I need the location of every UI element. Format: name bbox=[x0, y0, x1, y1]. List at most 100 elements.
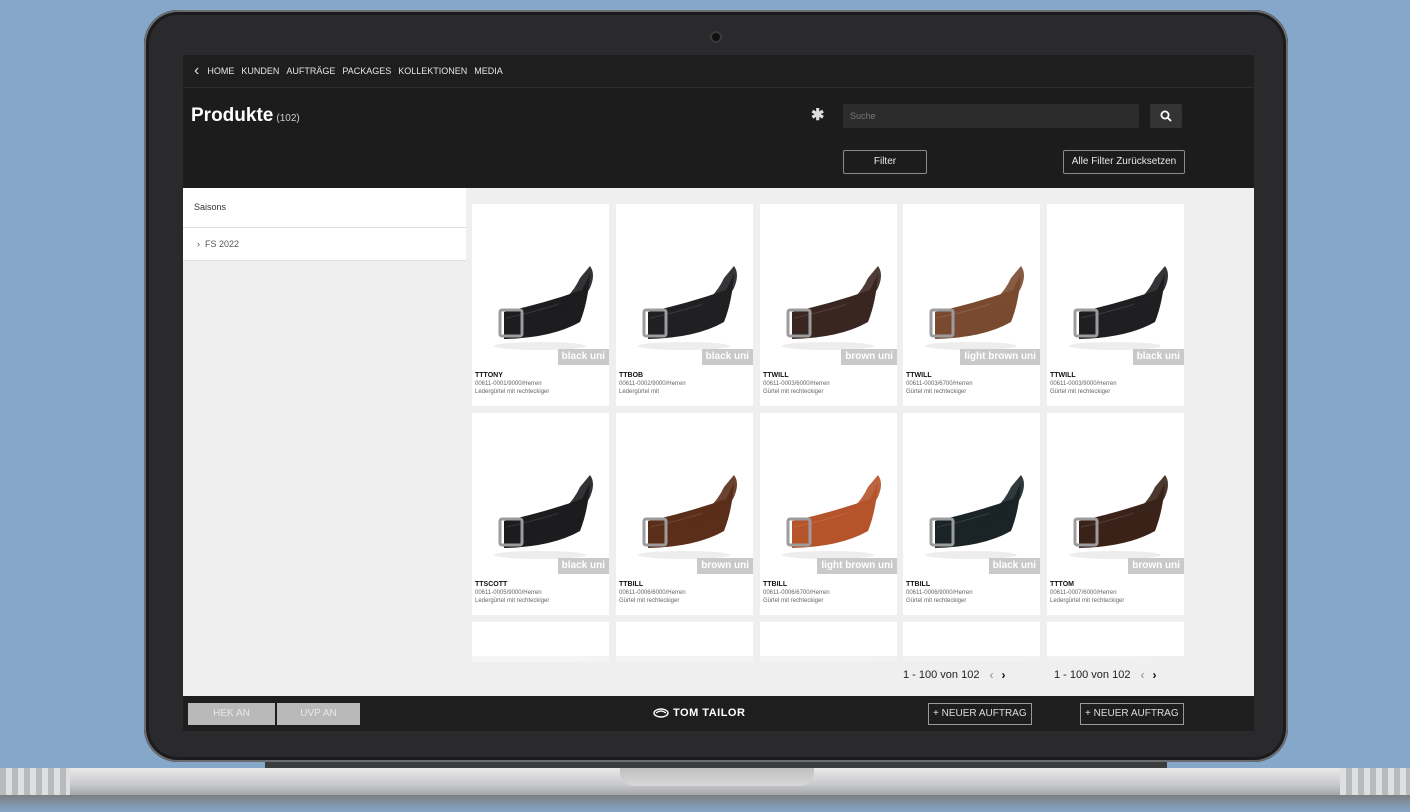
footer-bar: HEK AN UVP AN TOM TAILOR + NEUER AUFTRAG… bbox=[183, 696, 1254, 731]
pagination-label: 1 - 100 von 102 bbox=[903, 669, 980, 681]
brand-logo: TOM TAILOR bbox=[653, 707, 745, 719]
product-code: 00611-0002/9000/Herren bbox=[619, 381, 686, 387]
laptop-shadow bbox=[0, 795, 1410, 812]
product-code: 00611-0001/9000/Herren bbox=[475, 381, 542, 387]
page-title-row: Produkte (102) bbox=[191, 105, 300, 127]
new-order-button[interactable]: + NEUER AUFTRAG bbox=[1080, 703, 1184, 725]
nav-item-auftraege[interactable]: AUFTRÄGE bbox=[286, 66, 335, 76]
color-badge: black uni bbox=[557, 349, 609, 365]
product-name: TTBOB bbox=[619, 372, 644, 379]
top-navigation: ‹ HOME KUNDEN AUFTRÄGE PACKAGES KOLLEKTI… bbox=[183, 55, 1254, 88]
product-code: 00611-0005/9000/Herren bbox=[475, 590, 542, 596]
belt-product-image bbox=[782, 475, 881, 559]
product-count: (102) bbox=[276, 113, 300, 124]
product-card[interactable]: black uni TTBOB 00611-0002/9000/Herren Lede… bbox=[616, 204, 753, 406]
app-screen: ‹ HOME KUNDEN AUFTRÄGE PACKAGES KOLLEKTI… bbox=[183, 55, 1254, 731]
pagination-2: 1 - 100 von 102 ‹ › bbox=[1054, 668, 1156, 682]
product-card[interactable]: black uni TTBILL 00611-0006/9000/Herren Gür… bbox=[903, 413, 1040, 615]
laptop-base-grille-left bbox=[0, 768, 70, 798]
product-description: Ledergürtel mit rechteckiger bbox=[475, 389, 550, 395]
product-card[interactable]: brown uni TTWILL 00611-0003/6000/Herren Gür… bbox=[760, 204, 897, 406]
color-badge: black uni bbox=[1132, 349, 1184, 365]
product-name: TTWILL bbox=[1050, 372, 1076, 379]
product-description: Gürtel mit rechteckiger bbox=[619, 598, 680, 604]
product-code: 00611-0007/6000/Herren bbox=[1050, 590, 1117, 596]
product-name: TTTOM bbox=[1050, 581, 1074, 588]
product-name: TTBILL bbox=[906, 581, 931, 588]
product-description: Gürtel mit rechteckiger bbox=[906, 598, 967, 604]
belt-product-image bbox=[494, 475, 593, 559]
product-code: 00611-0006/6000/Herren bbox=[619, 590, 686, 596]
product-name: TTWILL bbox=[763, 372, 789, 379]
color-badge: brown uni bbox=[697, 558, 753, 574]
product-card[interactable]: black uni TTTONY 00611-0001/9000/Herren Led… bbox=[472, 204, 609, 406]
filter-button[interactable]: Filter bbox=[843, 150, 927, 174]
product-card[interactable]: light brown uni TTWILL 00611-0003/6700/Her… bbox=[903, 204, 1040, 406]
search-input[interactable]: Suche bbox=[843, 104, 1139, 128]
nav-item-kunden[interactable]: KUNDEN bbox=[241, 66, 279, 76]
belt-product-image bbox=[638, 475, 737, 559]
sidebar-item-fs2022[interactable]: › FS 2022 bbox=[183, 228, 466, 261]
product-description: Ledergürtel mit rechteckiger bbox=[475, 598, 550, 604]
product-card[interactable]: light brown uni TTBILL 00611-0006/6700/Her… bbox=[760, 413, 897, 615]
product-card[interactable]: brown uni TTTOM 00611-0007/6000/Herren Lede… bbox=[1047, 413, 1184, 615]
color-badge: black uni bbox=[557, 558, 609, 574]
search-button[interactable] bbox=[1150, 104, 1182, 128]
sidebar: Saisons › FS 2022 bbox=[183, 188, 466, 696]
belt-product-image bbox=[494, 266, 593, 350]
nav-item-home[interactable]: HOME bbox=[207, 66, 234, 76]
prev-page-icon[interactable]: ‹ bbox=[989, 668, 993, 682]
product-description: Gürtel mit rechteckiger bbox=[763, 389, 824, 395]
product-card[interactable]: black uni TTSCOTT 00611-0005/9000/Herren Le… bbox=[472, 413, 609, 615]
color-badge: brown uni bbox=[1128, 558, 1184, 574]
product-name: TTSCOTT bbox=[475, 581, 508, 588]
product-code: 00611-0003/6000/Herren bbox=[763, 381, 830, 387]
color-badge: black uni bbox=[701, 349, 753, 365]
next-page-icon[interactable]: › bbox=[1152, 668, 1156, 682]
chevron-right-icon: › bbox=[197, 239, 205, 249]
product-card[interactable]: black uni TTWILL 00611-0003/9000/Herren Gür… bbox=[1047, 204, 1184, 406]
color-badge: light brown uni bbox=[817, 558, 897, 574]
color-badge: black uni bbox=[988, 558, 1040, 574]
color-badge: light brown uni bbox=[960, 349, 1040, 365]
product-description: Ledergürtel mit bbox=[619, 389, 660, 395]
laptop-base-grille-right bbox=[1340, 768, 1410, 798]
laptop-notch bbox=[620, 768, 814, 786]
product-code: 00611-0006/9000/Herren bbox=[906, 590, 973, 596]
reset-filters-button[interactable]: Alle Filter Zurücksetzen bbox=[1063, 150, 1185, 174]
product-description: Gürtel mit rechteckiger bbox=[906, 389, 967, 395]
tom-tailor-logo-icon bbox=[653, 708, 669, 718]
pagination-1: 1 - 100 von 102 ‹ › bbox=[903, 668, 1005, 682]
nav-item-media[interactable]: MEDIA bbox=[474, 66, 503, 76]
sidebar-item-label: FS 2022 bbox=[205, 239, 240, 249]
search-icon bbox=[1160, 110, 1172, 122]
nav-item-kollektionen[interactable]: KOLLEKTIONEN bbox=[398, 66, 467, 76]
pagination-label: 1 - 100 von 102 bbox=[1054, 669, 1131, 681]
product-code: 00611-0006/6700/Herren bbox=[763, 590, 830, 596]
prev-page-icon[interactable]: ‹ bbox=[1140, 668, 1144, 682]
sidebar-heading: Saisons bbox=[183, 188, 466, 228]
product-name: TTBILL bbox=[763, 581, 788, 588]
product-description: Ledergürtel mit rechteckiger bbox=[1050, 598, 1125, 604]
uvp-an-button[interactable]: UVP AN bbox=[277, 703, 360, 725]
belt-product-image bbox=[638, 266, 737, 350]
nav-item-packages[interactable]: PACKAGES bbox=[342, 66, 391, 76]
new-order-button[interactable]: + NEUER AUFTRAG bbox=[928, 703, 1032, 725]
hek-an-button[interactable]: HEK AN bbox=[188, 703, 275, 725]
product-grid: black uni TTTONY 00611-0001/9000/Herren Led… bbox=[466, 188, 1254, 696]
page-title: Produkte bbox=[191, 105, 274, 126]
product-name: TTTONY bbox=[475, 372, 503, 379]
belt-product-image bbox=[1069, 266, 1168, 350]
product-code: 00611-0003/9000/Herren bbox=[1050, 381, 1117, 387]
product-name: TTWILL bbox=[906, 372, 932, 379]
product-name: TTBILL bbox=[619, 581, 644, 588]
next-page-icon[interactable]: › bbox=[1001, 668, 1005, 682]
chevron-left-icon[interactable]: ‹ bbox=[194, 63, 199, 79]
color-badge: brown uni bbox=[841, 349, 897, 365]
favorite-star-icon[interactable]: ✱ bbox=[811, 105, 824, 125]
camera-icon bbox=[710, 31, 722, 43]
product-card[interactable]: brown uni TTBILL 00611-0006/6000/Herren Gür… bbox=[616, 413, 753, 615]
brand-name: TOM TAILOR bbox=[673, 707, 746, 719]
belt-product-image bbox=[782, 266, 881, 350]
belt-product-image bbox=[925, 475, 1024, 559]
